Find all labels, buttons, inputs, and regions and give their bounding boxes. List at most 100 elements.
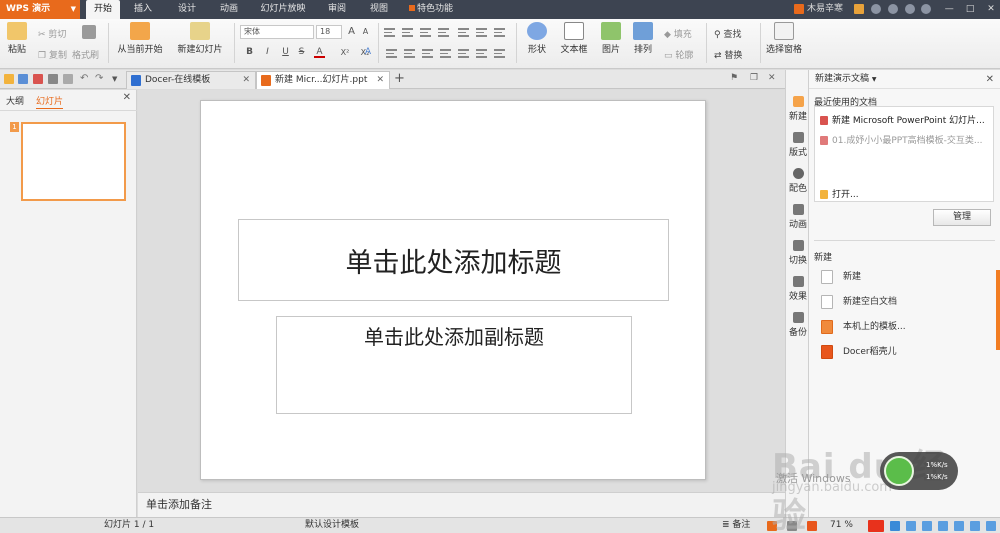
selection-pane-button[interactable]: 选择窗格 — [764, 19, 804, 55]
restore-icon[interactable]: ❐ — [750, 73, 760, 83]
docer-item[interactable]: Docer稻壳儿 — [821, 344, 897, 359]
notes-toggle[interactable]: ≣ 备注 — [722, 518, 750, 533]
fill-button[interactable]: ◆ 填充 — [664, 27, 692, 40]
strikethrough-button[interactable]: S — [296, 47, 307, 58]
shrink-font-button[interactable]: A — [360, 26, 371, 37]
numbering-icon[interactable] — [402, 28, 413, 37]
cut-button[interactable]: ✂ 剪切 — [38, 27, 66, 40]
redo-icon[interactable]: ↷ — [95, 74, 105, 84]
italic-button[interactable]: I — [262, 47, 273, 58]
normal-view-icon[interactable] — [767, 521, 777, 531]
shape-button[interactable]: 形状 — [522, 19, 552, 55]
close-icon[interactable]: ✕ — [376, 72, 384, 89]
close-icon[interactable]: ✕ — [986, 70, 994, 89]
font-size-combo[interactable]: 18 — [316, 25, 342, 39]
maximize-button[interactable]: □ — [961, 0, 979, 19]
help-icon[interactable] — [921, 3, 932, 14]
slide-sorter-icon[interactable] — [787, 521, 797, 531]
new-item[interactable]: 新建 — [821, 269, 861, 284]
distribute-icon[interactable] — [458, 49, 469, 58]
slide-thumbnail[interactable] — [21, 122, 126, 201]
font-color-button[interactable]: A — [314, 47, 325, 58]
superscript-button[interactable]: X² — [338, 47, 352, 58]
tab-animation[interactable]: 动画 — [212, 0, 246, 19]
picture-button[interactable]: 图片 — [596, 19, 626, 55]
outline-button[interactable]: ▭ 轮廓 — [664, 48, 693, 61]
find-button[interactable]: ⚲ 查找 — [714, 27, 741, 40]
tab-docer-templates[interactable]: Docer-在线模板 ✕ — [126, 71, 256, 89]
tab-features[interactable]: 特色功能 — [406, 0, 456, 19]
local-templates-item[interactable]: 本机上的模板... — [821, 319, 906, 334]
side-transition-button[interactable]: 切换 — [786, 240, 810, 266]
undo-icon[interactable]: ↶ — [80, 74, 90, 84]
network-speed-widget[interactable]: 1%K/s 1%K/s — [880, 452, 958, 490]
tab-home[interactable]: 开始 — [86, 0, 120, 19]
globe-icon[interactable] — [870, 3, 881, 14]
task-pane-resize-handle[interactable] — [996, 270, 1000, 350]
replace-button[interactable]: ⇄ 替换 — [714, 48, 742, 61]
skin-icon[interactable] — [887, 3, 898, 14]
align-bottom-icon[interactable] — [494, 49, 505, 58]
close-button[interactable]: ✕ — [982, 0, 1000, 19]
user-avatar-icon[interactable] — [794, 3, 805, 14]
tab-view[interactable]: 视图 — [362, 0, 396, 19]
print-icon[interactable] — [48, 74, 58, 84]
tab-review[interactable]: 审阅 — [320, 0, 354, 19]
subtitle-placeholder[interactable]: 单击此处添加副标题 — [276, 316, 632, 414]
minimize-button[interactable]: — — [940, 0, 958, 19]
recent-file-item[interactable]: 01.成妤小小最PPT高档模板-交互类... — [820, 133, 983, 146]
close-document-icon[interactable]: ✕ — [768, 73, 778, 83]
side-backup-button[interactable]: 备份 — [786, 312, 810, 338]
bold-button[interactable]: B — [244, 47, 255, 58]
manage-button[interactable]: 管理 — [933, 209, 991, 226]
ime-keyboard-icon[interactable] — [938, 521, 948, 531]
tab-slideshow[interactable]: 幻灯片放映 — [254, 0, 312, 19]
user-name[interactable]: 木易辛寒 — [807, 4, 843, 14]
tab-slides[interactable]: 幻灯片 — [36, 94, 64, 109]
bullets-icon[interactable] — [384, 28, 395, 37]
textbox-button[interactable]: 文本框 — [556, 19, 592, 55]
side-new-button[interactable]: 新建 — [786, 96, 810, 122]
line-spacing-icon[interactable] — [476, 28, 487, 37]
grow-font-button[interactable]: A — [346, 26, 357, 37]
side-effects-button[interactable]: 效果 — [786, 276, 810, 302]
columns-icon[interactable] — [494, 28, 505, 37]
side-animation-button[interactable]: 动画 — [786, 204, 810, 230]
open-icon[interactable] — [4, 74, 14, 84]
ime-tools-icon[interactable] — [970, 521, 980, 531]
task-pane-header[interactable]: 新建演示文稿 ▼ ✕ — [809, 70, 1000, 89]
align-left-icon[interactable] — [386, 49, 397, 58]
from-current-button[interactable]: 从当前开始 — [114, 19, 166, 55]
paste-button[interactable]: 粘贴 — [4, 19, 30, 55]
slideshow-icon[interactable] — [807, 521, 817, 531]
quick-access-chevron-icon[interactable]: ▼ — [112, 74, 122, 84]
new-blank-item[interactable]: 新建空白文档 — [821, 294, 897, 309]
align-center-icon[interactable] — [404, 49, 415, 58]
ime-sogou-icon[interactable] — [868, 520, 884, 532]
preview-icon[interactable] — [63, 74, 73, 84]
font-name-combo[interactable]: 宋体 — [240, 25, 314, 39]
side-color-button[interactable]: 配色 — [786, 168, 810, 194]
ime-settings-icon[interactable] — [986, 521, 996, 531]
shirt-icon[interactable] — [904, 3, 915, 14]
pin-icon[interactable]: ⚑ — [730, 73, 740, 83]
ime-punct-icon[interactable] — [906, 521, 916, 531]
export-pdf-icon[interactable] — [33, 74, 43, 84]
text-direction-icon[interactable] — [458, 28, 469, 37]
tab-current-presentation[interactable]: 新建 Micr...幻灯片.ppt ✕ — [256, 71, 390, 89]
close-panel-button[interactable]: ✕ — [123, 92, 131, 103]
underline-button[interactable]: U — [280, 47, 291, 58]
recent-file-item[interactable]: 新建 Microsoft PowerPoint 幻灯片... — [820, 113, 985, 126]
app-menu-button[interactable]: WPS 演示 ▼ — [0, 0, 80, 19]
format-painter-button[interactable]: 格式刷 — [72, 48, 99, 61]
mail-icon[interactable] — [853, 3, 864, 14]
new-slide-button[interactable]: 新建幻灯片 — [172, 19, 228, 55]
notes-pane[interactable]: 单击添加备注 — [138, 492, 785, 517]
align-top-icon[interactable] — [476, 49, 487, 58]
side-layout-button[interactable]: 版式 — [786, 132, 810, 158]
open-file-button[interactable]: 打开... — [820, 187, 859, 200]
align-right-icon[interactable] — [422, 49, 433, 58]
new-tab-button[interactable]: + — [394, 71, 405, 87]
ime-smile-icon[interactable] — [922, 521, 932, 531]
ime-chinese-icon[interactable] — [890, 521, 900, 531]
